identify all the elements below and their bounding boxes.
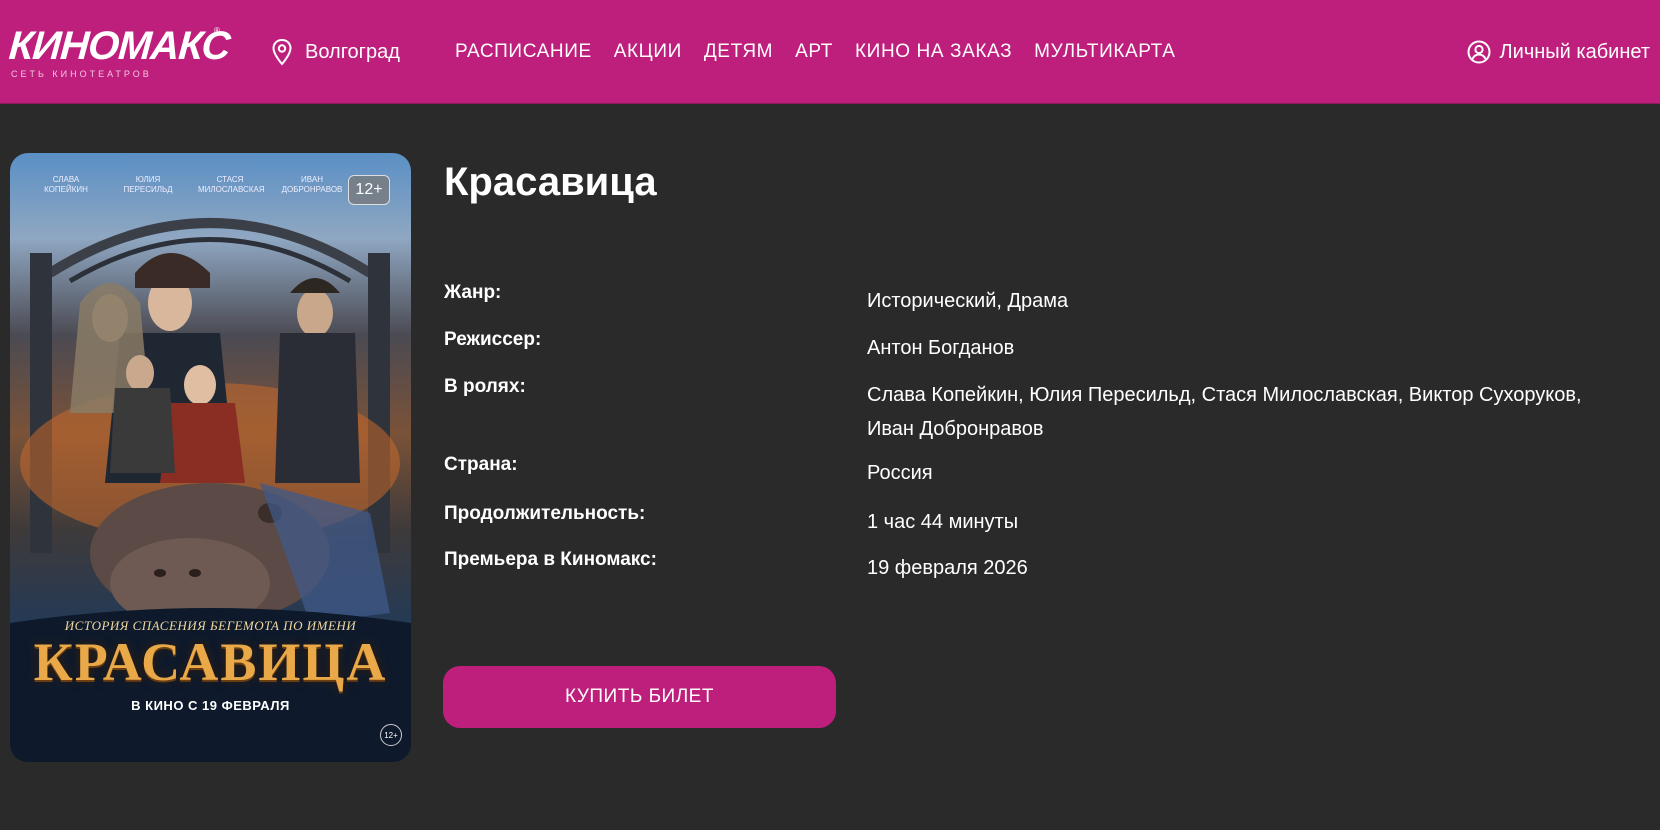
detail-label: Страна: [444, 454, 518, 475]
city-name: Волгоград [305, 40, 400, 63]
detail-value: Исторический, Драма [867, 290, 1069, 312]
poster-actor: ИВАН ДОБРОНРАВОВ [281, 175, 343, 194]
nav-promotions[interactable]: АКЦИИ [614, 41, 682, 63]
poster-actor: СТАСЯ МИЛОСЛАВСКАЯ [198, 175, 265, 194]
nav-schedule[interactable]: РАСПИСАНИЕ [455, 41, 592, 63]
account-link[interactable]: Личный кабинет [1467, 38, 1650, 66]
detail-value: 1 час 44 минуты [867, 511, 1019, 533]
movie-poster[interactable]: СЛАВА КОПЕЙКИН ЮЛИЯ ПЕРЕСИЛЬД СТАСЯ МИЛОСЛА… [10, 153, 411, 762]
site-header: КИНОМАКС ® СЕТЬ КИНОТЕАТРОВ Волгоград РА… [0, 0, 1660, 104]
logo-subtitle: СЕТЬ КИНОТЕАТРОВ [11, 69, 152, 79]
detail-label: В ролях: [444, 376, 526, 397]
nav-kids[interactable]: ДЕТЯМ [704, 41, 773, 63]
nav-multicard[interactable]: МУЛЬТИКАРТА [1034, 41, 1175, 63]
poster-actor: ЮЛИЯ ПЕРЕСИЛЬД [123, 175, 173, 194]
poster-title: КРАСАВИЦА [33, 632, 388, 692]
detail-label: Режиссер: [444, 329, 542, 350]
account-label: Личный кабинет [1499, 40, 1650, 63]
age-rating-badge: 12+ [348, 175, 390, 205]
logo-registered-mark: ® [214, 26, 220, 35]
detail-value: Слава Копейкин, Юлия Пересильд, Стася Ми… [867, 384, 1582, 440]
detail-label: Продолжительность: [444, 503, 646, 524]
poster-actor-credits: СЛАВА КОПЕЙКИН ЮЛИЯ ПЕРЕСИЛЬД СТАСЯ МИЛОСЛА… [34, 175, 344, 195]
buy-ticket-button[interactable]: КУПИТЬ БИЛЕТ [443, 666, 836, 728]
logo[interactable]: КИНОМАКС ® СЕТЬ КИНОТЕАТРОВ [7, 24, 232, 79]
movie-title: Красавица [444, 160, 657, 204]
poster-age-mark: 12+ [380, 724, 402, 746]
nav-art[interactable]: АРТ [795, 41, 833, 63]
detail-value: Антон Богданов [867, 337, 1015, 359]
detail-value: 19 февраля 2026 [867, 557, 1028, 579]
location-pin-icon [272, 38, 292, 66]
detail-value: Россия [867, 462, 933, 484]
detail-label: Жанр: [444, 282, 502, 303]
user-icon [1467, 40, 1491, 64]
detail-label: Премьера в Киномакс: [444, 549, 657, 570]
poster-release-date: В КИНО С 19 ФЕВРАЛЯ [131, 698, 290, 713]
poster-actor: СЛАВА КОПЕЙКИН [44, 175, 88, 194]
main-nav: РАСПИСАНИЕ АКЦИИ ДЕТЯМ АРТ КИНО НА ЗАКАЗ… [455, 38, 1176, 66]
logo-wordmark: КИНОМАКС [7, 24, 232, 68]
nav-cinema-on-demand[interactable]: КИНО НА ЗАКАЗ [855, 41, 1012, 63]
city-selector[interactable]: Волгоград [271, 38, 400, 66]
